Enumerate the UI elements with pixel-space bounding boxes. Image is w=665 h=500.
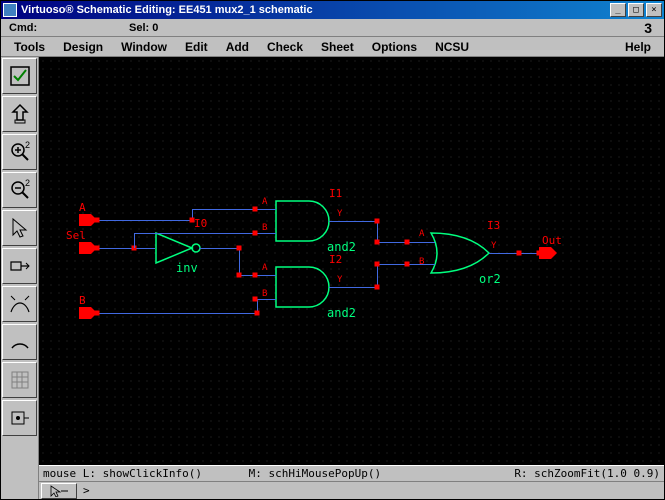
- save-tool[interactable]: [2, 96, 37, 132]
- i1-port-a: A: [262, 197, 267, 207]
- inst-i2-type: and2: [327, 306, 356, 320]
- probe-icon: [8, 406, 32, 430]
- i2-port-y: Y: [337, 275, 342, 285]
- cursor-icon: [49, 485, 69, 497]
- arc-icon: [8, 330, 32, 354]
- wire-icon: [8, 292, 32, 316]
- menu-edit[interactable]: Edit: [176, 39, 217, 55]
- cmd-label: Cmd:: [9, 22, 129, 34]
- inst-i0-type: inv: [176, 261, 198, 275]
- gate-and-2[interactable]: [274, 265, 344, 312]
- menu-bar: Tools Design Window Edit Add Check Sheet…: [1, 37, 664, 57]
- main-area: 2 2 A Sel: [1, 57, 664, 499]
- menu-add[interactable]: Add: [217, 39, 258, 55]
- menu-sheet[interactable]: Sheet: [312, 39, 363, 55]
- command-bar: Cmd: Sel: 0 3: [1, 19, 664, 37]
- inst-i0-name: I0: [194, 217, 207, 230]
- gate-and-1[interactable]: [274, 199, 344, 246]
- zoom-out-tool[interactable]: 2: [2, 172, 37, 208]
- i3-port-a: A: [419, 229, 424, 239]
- app-window: Virtuoso® Schematic Editing: EE451 mux2_…: [0, 0, 665, 500]
- status-left: mouse L: showClickInfo(): [43, 467, 249, 480]
- pin-a-label: A: [79, 201, 86, 214]
- probe-tool[interactable]: [2, 400, 37, 436]
- svg-text:2: 2: [25, 178, 30, 188]
- check-tool[interactable]: [2, 58, 37, 94]
- status-mid: M: schHiMousePopUp(): [249, 467, 455, 480]
- inst-i1-type: and2: [327, 240, 356, 254]
- prompt-icon[interactable]: [41, 483, 77, 499]
- inst-i3-name: I3: [487, 219, 500, 232]
- close-button[interactable]: ×: [646, 3, 662, 17]
- maximize-button[interactable]: □: [628, 3, 644, 17]
- inst-i2-name: I2: [329, 253, 342, 266]
- grid-tool[interactable]: [2, 362, 37, 398]
- i2-port-b: B: [262, 289, 267, 299]
- i1-port-y: Y: [337, 209, 342, 219]
- i2-port-a: A: [262, 263, 267, 273]
- i3-port-y: Y: [491, 241, 496, 251]
- zoom-in-tool[interactable]: 2: [2, 134, 37, 170]
- pin-b-label: B: [79, 294, 86, 307]
- menu-window[interactable]: Window: [112, 39, 176, 55]
- menu-design[interactable]: Design: [54, 39, 112, 55]
- status-bar: mouse L: showClickInfo() M: schHiMousePo…: [39, 465, 664, 481]
- pin-sel-label: Sel: [66, 229, 86, 242]
- i3-port-b: B: [419, 257, 424, 267]
- prompt-bar: >: [39, 481, 664, 499]
- menu-check[interactable]: Check: [258, 39, 312, 55]
- select-icon: [8, 216, 32, 240]
- menu-tools[interactable]: Tools: [5, 39, 54, 55]
- stretch-tool[interactable]: [2, 248, 37, 284]
- count-label: 3: [644, 20, 652, 36]
- status-right: R: schZoomFit(1.0 0.9): [454, 467, 660, 480]
- prompt-text[interactable]: >: [79, 484, 90, 497]
- arc-tool[interactable]: [2, 324, 37, 360]
- gate-or[interactable]: [429, 231, 504, 278]
- pin-out-label: Out: [542, 234, 562, 247]
- left-toolbar: 2 2: [1, 57, 39, 499]
- schematic-canvas[interactable]: A Sel B I0 inv I1: [39, 57, 664, 465]
- window-title: Virtuoso® Schematic Editing: EE451 mux2_…: [21, 4, 608, 16]
- inst-i1-name: I1: [329, 187, 342, 200]
- sel-label: Sel: 0: [129, 22, 644, 34]
- select-tool[interactable]: [2, 210, 37, 246]
- i1-port-b: B: [262, 223, 267, 233]
- dot-grid: [39, 57, 664, 465]
- zoom-out-icon: 2: [8, 178, 32, 202]
- inst-i3-type: or2: [479, 272, 501, 286]
- canvas-wrap: A Sel B I0 inv I1: [39, 57, 664, 499]
- stretch-icon: [8, 254, 32, 278]
- title-bar: Virtuoso® Schematic Editing: EE451 mux2_…: [1, 1, 664, 19]
- menu-ncsu[interactable]: NCSU: [426, 39, 478, 55]
- app-icon: [3, 3, 17, 17]
- menu-help[interactable]: Help: [616, 39, 660, 55]
- save-icon: [8, 102, 32, 126]
- menu-options[interactable]: Options: [363, 39, 426, 55]
- svg-text:2: 2: [25, 140, 30, 150]
- check-icon: [8, 64, 32, 88]
- pin-out[interactable]: [539, 247, 559, 262]
- wire-tool[interactable]: [2, 286, 37, 322]
- grid-icon: [8, 368, 32, 392]
- minimize-button[interactable]: _: [610, 3, 626, 17]
- zoom-in-icon: 2: [8, 140, 32, 164]
